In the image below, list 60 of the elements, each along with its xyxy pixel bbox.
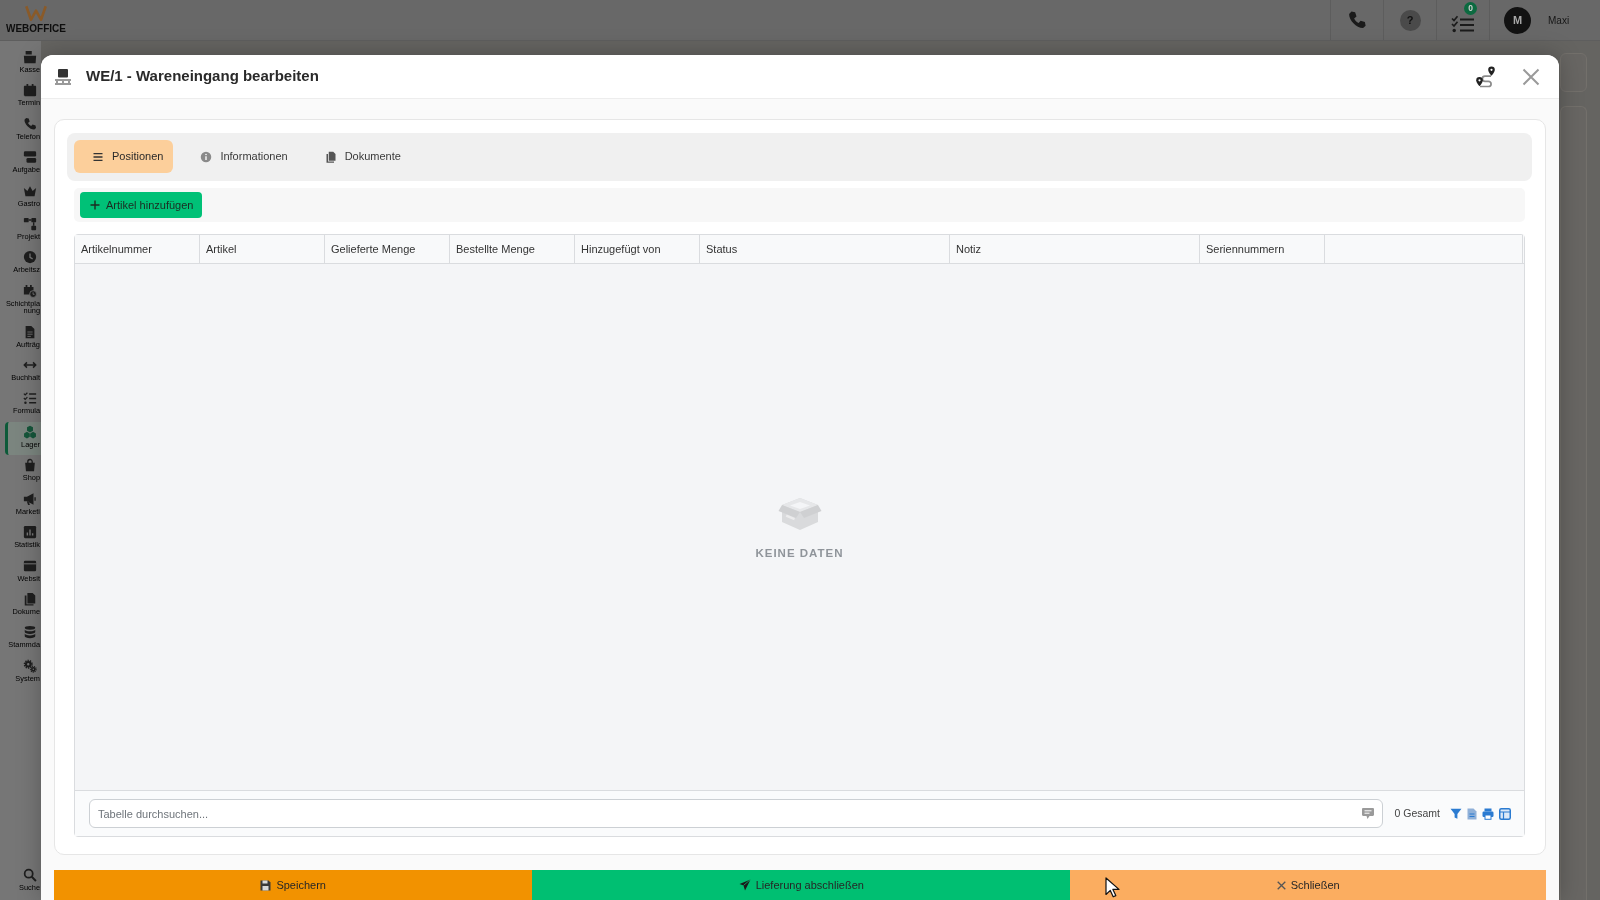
list-icon	[92, 150, 104, 163]
megaphone-icon	[23, 491, 37, 506]
documents-icon	[23, 591, 37, 606]
documents-icon	[324, 150, 337, 163]
calendar-clock-icon	[23, 283, 37, 298]
page-panel	[1560, 53, 1587, 92]
avatar[interactable]: M	[1504, 6, 1531, 34]
column-header: Notiz	[950, 235, 1200, 263]
file-icon[interactable]	[1467, 807, 1477, 820]
column-header: Seriennummern	[1200, 235, 1325, 263]
add-article-button[interactable]: Artikel hinzufügen	[80, 192, 203, 218]
stacked-cards-icon	[23, 150, 37, 165]
logo-icon	[25, 5, 47, 21]
complete-delivery-button[interactable]: Lieferung abschließen	[532, 870, 1071, 900]
filter-icon[interactable]	[1450, 807, 1462, 820]
mouse-pointer-icon	[1105, 877, 1121, 898]
plus-icon	[90, 200, 100, 210]
document-icon	[23, 324, 37, 339]
checklist-icon	[23, 391, 37, 406]
hierarchy-icon	[23, 217, 37, 232]
shopping-bag-icon	[23, 458, 37, 473]
empty-state-text: KEINE DATEN	[755, 545, 844, 561]
task-list-icon[interactable]	[1451, 14, 1475, 33]
gears-icon	[23, 658, 37, 673]
column-header: Artikel	[200, 235, 325, 263]
column-header: Gelieferte Menge	[325, 235, 450, 263]
print-icon[interactable]	[1482, 807, 1494, 820]
clock-icon	[23, 250, 37, 265]
logo-text: WEBOFFICE	[6, 24, 66, 34]
close-icon[interactable]	[1522, 67, 1540, 86]
calendar-icon	[23, 83, 37, 98]
dialog-title: WE/1 - Wareneingang bearbeiten	[86, 66, 319, 87]
tab[interactable]: Positionen	[74, 140, 174, 173]
count-badge: 0	[1464, 2, 1477, 15]
save-button[interactable]: Speichern	[54, 870, 533, 900]
database-icon	[23, 625, 37, 640]
tab[interactable]: Dokumente	[306, 140, 411, 173]
browser-window-icon	[23, 558, 37, 573]
close-button[interactable]: Schließen	[1070, 870, 1546, 900]
bar-chart-icon	[23, 525, 37, 540]
comment-icon	[1362, 808, 1375, 819]
user-name: Maxi	[1548, 13, 1570, 28]
box-on-pallet-icon	[54, 68, 72, 85]
search-icon	[23, 867, 37, 882]
route-icon[interactable]	[1475, 65, 1497, 88]
column-header: Bestellte Menge	[450, 235, 575, 263]
paper-plane-icon	[738, 879, 751, 891]
cash-register-icon	[23, 50, 37, 64]
column-header: Artikelnummer	[75, 235, 200, 263]
column-header: Status	[700, 235, 950, 263]
column-header: Hinzugefügt von	[575, 235, 700, 263]
cubes-icon	[23, 424, 37, 439]
phone-icon[interactable]	[1347, 10, 1367, 30]
phone-icon	[23, 116, 37, 131]
table-columns-icon[interactable]	[1499, 807, 1511, 820]
close-icon	[1276, 880, 1286, 890]
total-count: 0 Gesamt	[1394, 805, 1440, 821]
tab[interactable]: Informationen	[182, 140, 298, 173]
info-icon	[200, 150, 213, 163]
search-field[interactable]: Tabelle durchsuchen...	[89, 799, 1384, 828]
